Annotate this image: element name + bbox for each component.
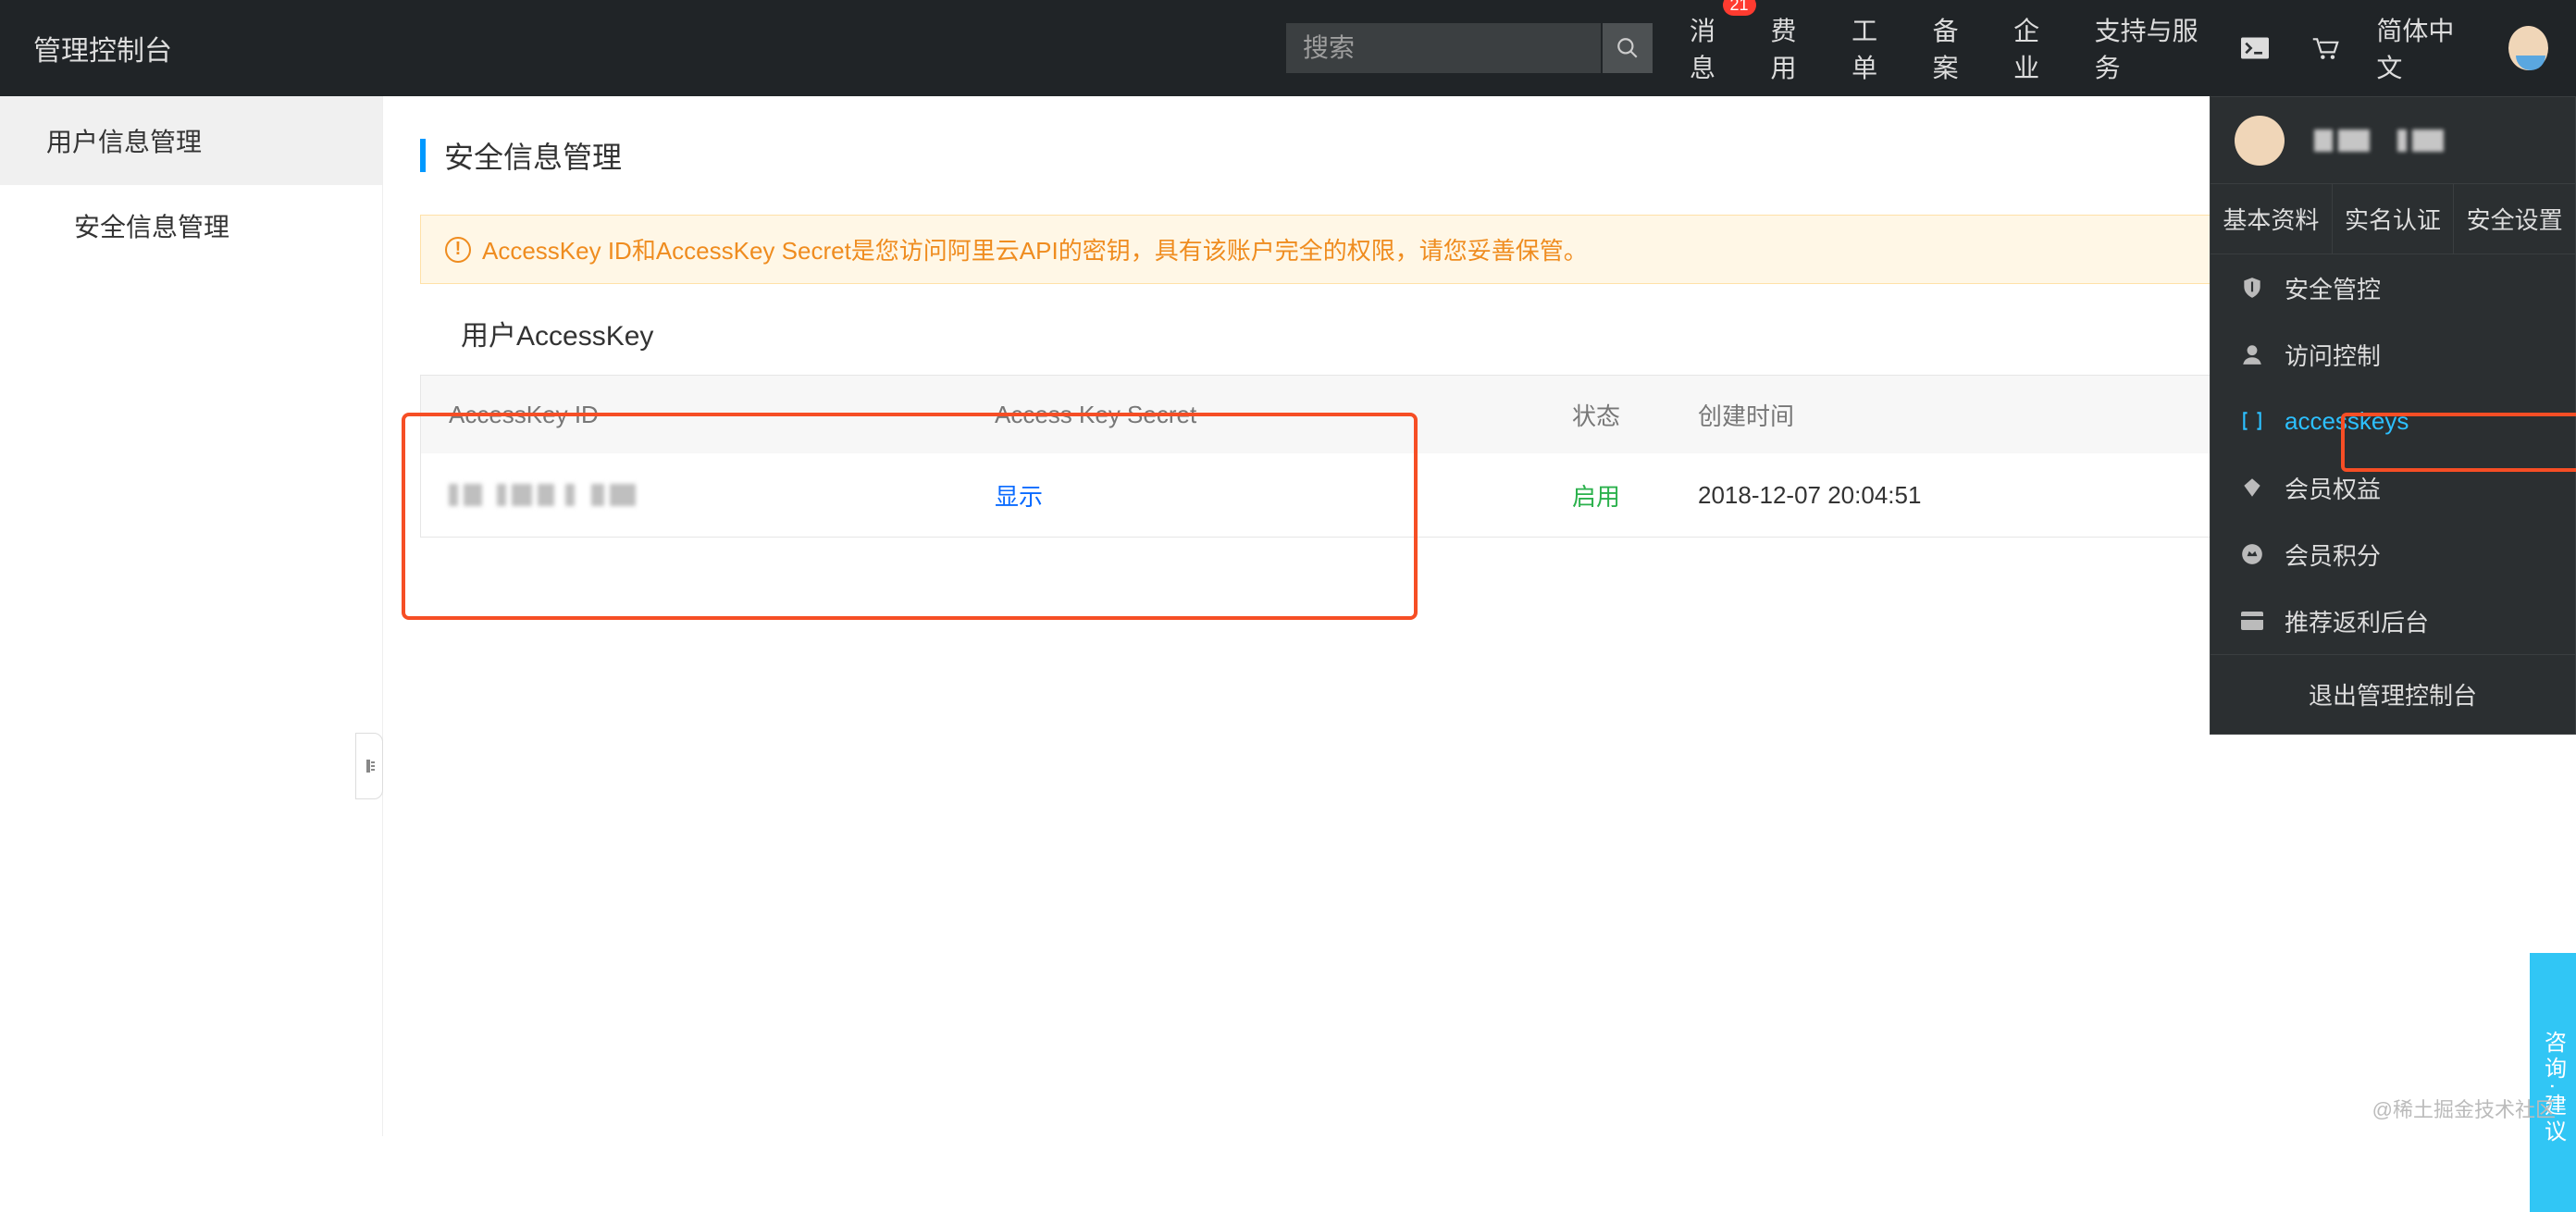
warning-icon: ! <box>445 237 471 263</box>
workspace: 用户信息管理 安全信息管理 安全信息管理 ! AccessKey ID和Acce… <box>0 96 2576 1136</box>
panel-title: 用户AccessKey <box>420 313 653 353</box>
search-button[interactable] <box>1603 23 1653 73</box>
col-secret: Access Key Secret <box>995 401 1494 429</box>
diamond-icon <box>2238 474 2266 501</box>
col-status: 状态 <box>1494 398 1698 432</box>
language-selector[interactable]: 简体中文 <box>2376 11 2470 85</box>
messages-badge: 21 <box>1723 0 1756 16</box>
cell-accesskey-id-redacted <box>421 484 995 506</box>
user-icon <box>2238 340 2266 368</box>
menu-member-privileges[interactable]: 会员权益 <box>2211 454 2575 521</box>
logout-button[interactable]: 退出管理控制台 <box>2211 654 2575 734</box>
page-title: 安全信息管理 <box>444 134 622 177</box>
col-created: 创建时间 <box>1698 398 2236 432</box>
user-dropdown-panel: 基本资料 实名认证 安全设置 安全管控 访问控制 accesskeys 会员权益… <box>2210 96 2576 735</box>
status-badge: 启用 <box>1572 483 1620 511</box>
col-accesskey-id: AccessKey ID <box>421 401 995 429</box>
watermark-text: @稀土掘金技术社区 <box>2372 1094 2556 1123</box>
search-wrap <box>1286 23 1653 73</box>
sidebar-heading: 用户信息管理 <box>0 96 382 185</box>
title-accent-bar <box>420 139 426 172</box>
nav-enterprise[interactable]: 企业 <box>2013 11 2058 85</box>
user-panel-header <box>2211 97 2575 184</box>
show-secret-link[interactable]: 显示 <box>995 483 1043 511</box>
table-header: AccessKey ID Access Key Secret 状态 创建时间 <box>421 376 2236 453</box>
sidebar-collapse-handle[interactable] <box>355 733 383 799</box>
brackets-icon <box>2238 407 2266 435</box>
cart-icon[interactable] <box>2311 34 2339 62</box>
user-panel-tabs: 基本资料 实名认证 安全设置 <box>2211 184 2575 254</box>
cell-created: 2018-12-07 20:04:51 <box>1698 481 2236 510</box>
menu-access-control[interactable]: 访问控制 <box>2211 321 2575 388</box>
nav-filing[interactable]: 备案 <box>1933 11 1977 85</box>
terminal-icon[interactable] <box>2241 34 2269 62</box>
user-panel-list: 安全管控 访问控制 accesskeys 会员权益 会员积分 推荐返利后台 <box>2211 254 2575 654</box>
menu-accesskeys[interactable]: accesskeys <box>2211 388 2575 454</box>
nav-support[interactable]: 支持与服务 <box>2095 11 2205 85</box>
top-icons <box>2241 34 2339 62</box>
shield-icon <box>2238 274 2266 302</box>
table-row: 显示 启用 2018-12-07 20:04:51 <box>421 453 2236 537</box>
card-icon <box>2238 607 2266 635</box>
nav-fees[interactable]: 费用 <box>1771 11 1815 85</box>
tab-security-settings[interactable]: 安全设置 <box>2454 184 2575 254</box>
menu-referral[interactable]: 推荐返利后台 <box>2211 587 2575 654</box>
warning-text: AccessKey ID和AccessKey Secret是您访问阿里云API的… <box>482 232 1588 266</box>
top-nav: 消息21 费用 工单 备案 企业 支持与服务 <box>1690 11 2204 85</box>
panel-avatar <box>2235 116 2285 166</box>
page-header: 安全信息管理 <box>420 122 2237 189</box>
warning-alert: ! AccessKey ID和AccessKey Secret是您访问阿里云AP… <box>420 215 2237 284</box>
menu-security-control[interactable]: 安全管控 <box>2211 254 2575 321</box>
main-content: 安全信息管理 ! AccessKey ID和AccessKey Secret是您… <box>383 96 2289 1136</box>
search-input[interactable] <box>1286 23 1601 73</box>
feedback-float-button[interactable]: 咨询·建议 <box>2530 953 2576 1212</box>
sidebar-item-security[interactable]: 安全信息管理 <box>0 185 382 266</box>
tab-realname-auth[interactable]: 实名认证 <box>2333 184 2455 254</box>
topbar: 管理控制台 消息21 费用 工单 备案 企业 支持与服务 简体中文 <box>0 0 2576 96</box>
console-brand: 管理控制台 <box>0 28 1286 68</box>
nav-tickets[interactable]: 工单 <box>1852 11 1896 85</box>
tab-basic-profile[interactable]: 基本资料 <box>2211 184 2333 254</box>
nav-messages[interactable]: 消息21 <box>1690 11 1734 85</box>
panel-username-redacted <box>2314 130 2471 152</box>
user-avatar[interactable] <box>2508 26 2548 70</box>
crown-icon <box>2238 540 2266 568</box>
panel-header: 用户AccessKey <box>420 291 2237 375</box>
sidebar: 用户信息管理 安全信息管理 <box>0 96 383 1136</box>
accesskey-table: AccessKey ID Access Key Secret 状态 创建时间 显… <box>420 375 2237 538</box>
menu-member-points[interactable]: 会员积分 <box>2211 521 2575 587</box>
